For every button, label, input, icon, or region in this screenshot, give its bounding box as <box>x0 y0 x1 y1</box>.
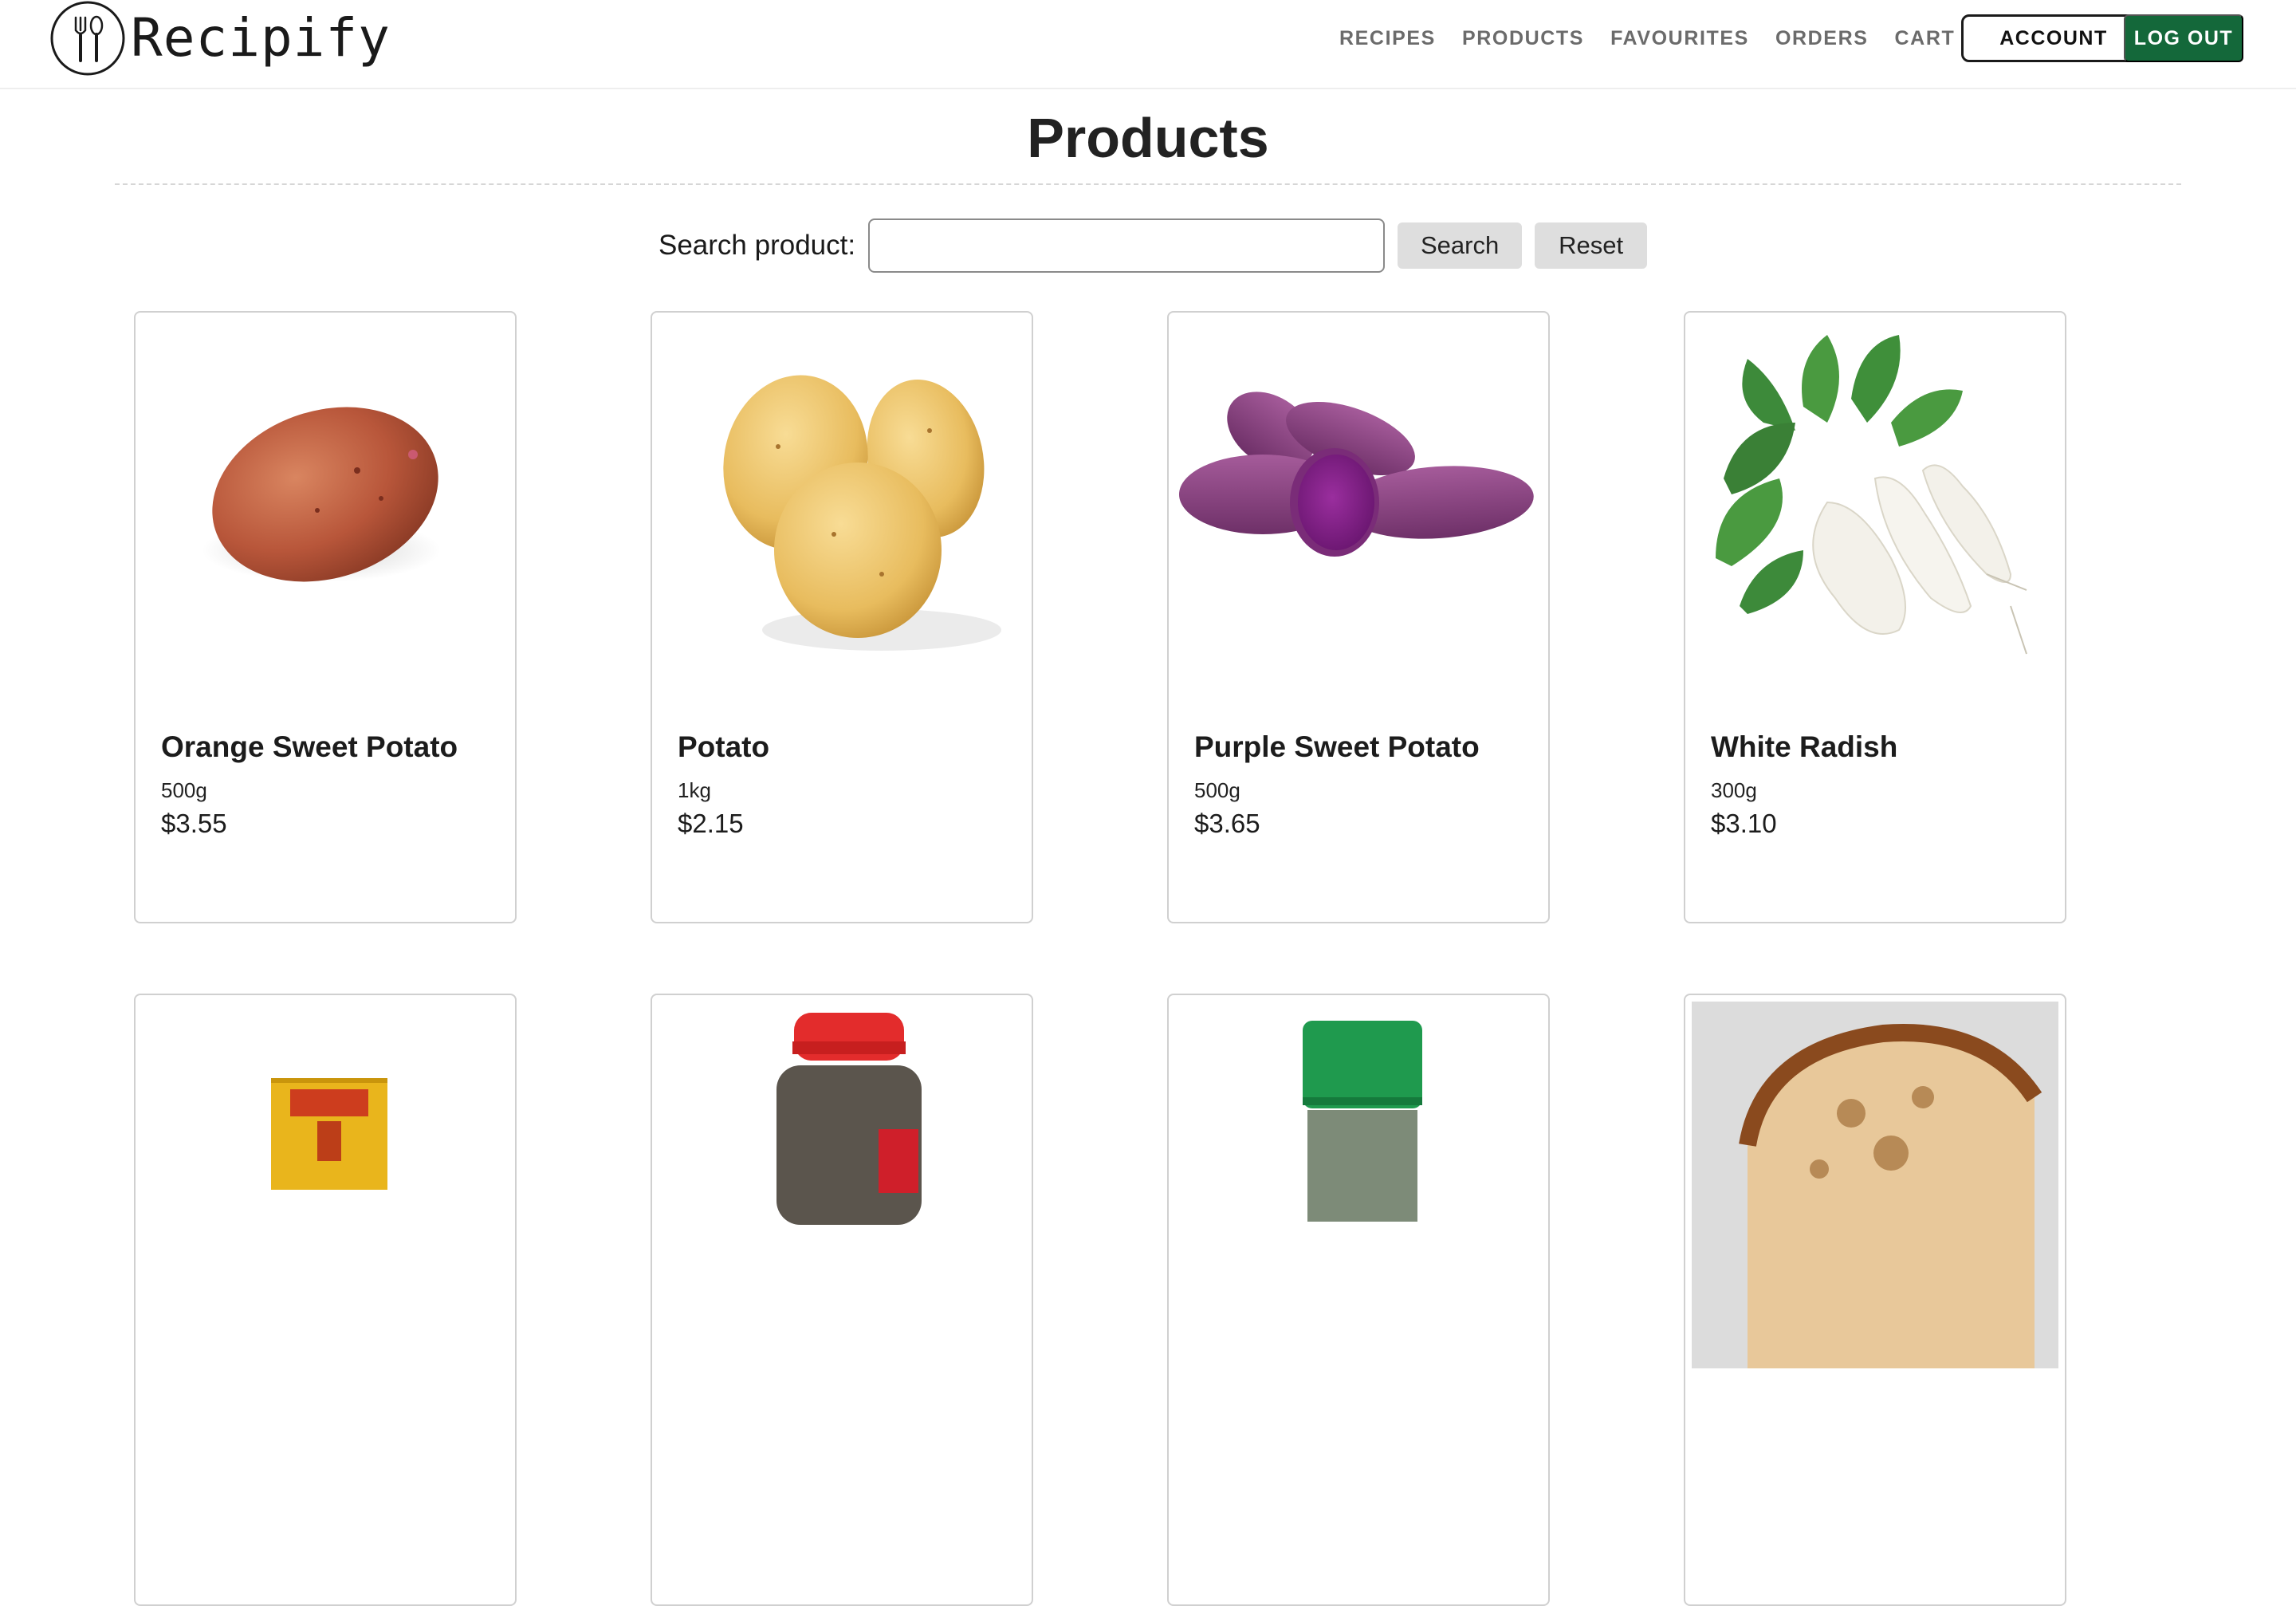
product-card[interactable]: Orange Sweet Potato 500g $3.55 <box>134 311 517 923</box>
fork-spoon-logo-icon <box>50 1 125 76</box>
product-price: $3.55 <box>161 809 227 838</box>
purple-sweet-potato-image <box>1179 392 1534 557</box>
sourdough-bread-image <box>1692 1002 2058 1368</box>
product-card[interactable]: Potato 1kg $2.15 <box>651 311 1033 923</box>
product-size: 500g <box>1194 778 1240 802</box>
product-name: Purple Sweet Potato <box>1194 730 1480 763</box>
title-divider <box>115 183 2181 185</box>
product-card[interactable]: Purple Sweet Potato 500g $3.65 <box>1167 311 1550 923</box>
product-card[interactable] <box>1684 994 2066 1606</box>
product-price: $2.15 <box>678 809 744 838</box>
product-name: Potato <box>678 730 770 763</box>
nav-cart[interactable]: CART <box>1895 27 1956 50</box>
top-navbar: Recipify RECIPES PRODUCTS FAVOURITES ORD… <box>0 0 2296 89</box>
nav-recipes[interactable]: RECIPES <box>1339 27 1436 50</box>
logout-button[interactable]: LOG OUT <box>2124 14 2243 62</box>
product-card[interactable] <box>1167 994 1550 1606</box>
brand[interactable]: Recipify <box>49 0 391 77</box>
white-radish-image <box>1716 335 2027 655</box>
nav-favourites[interactable]: FAVOURITES <box>1610 27 1749 50</box>
product-price: $3.10 <box>1711 809 1777 838</box>
search-label: Search product: <box>659 230 856 261</box>
product-card[interactable] <box>134 994 517 1606</box>
nav-orders[interactable]: ORDERS <box>1775 27 1869 50</box>
brand-name: Recipify <box>131 7 391 69</box>
main-nav: RECIPES PRODUCTS FAVOURITES ORDERS CART <box>1339 21 1981 56</box>
search-input[interactable] <box>868 218 1386 273</box>
potato-image <box>723 375 1001 651</box>
product-card[interactable] <box>651 994 1033 1606</box>
search-bar: Search product: Search Reset <box>659 218 1648 273</box>
orange-sweet-potato-image <box>202 407 441 582</box>
product-name: Orange Sweet Potato <box>161 730 458 763</box>
pepper-shaker-image <box>776 1013 922 1225</box>
nav-products[interactable]: PRODUCTS <box>1462 27 1584 50</box>
product-name: White Radish <box>1711 730 1898 763</box>
product-card[interactable]: White Radish 300g $3.10 <box>1684 311 2066 923</box>
product-size: 1kg <box>678 778 711 802</box>
product-size: 500g <box>161 778 207 802</box>
page-title: Products <box>1027 107 1269 169</box>
yellow-spice-box-image <box>271 1078 387 1190</box>
product-size: 300g <box>1711 778 1757 802</box>
reset-button[interactable]: Reset <box>1535 222 1648 269</box>
account-button[interactable]: ACCOUNT <box>1961 14 2146 62</box>
search-button[interactable]: Search <box>1398 222 1523 269</box>
product-price: $3.65 <box>1194 809 1260 838</box>
green-herb-jar-image <box>1303 1021 1422 1222</box>
